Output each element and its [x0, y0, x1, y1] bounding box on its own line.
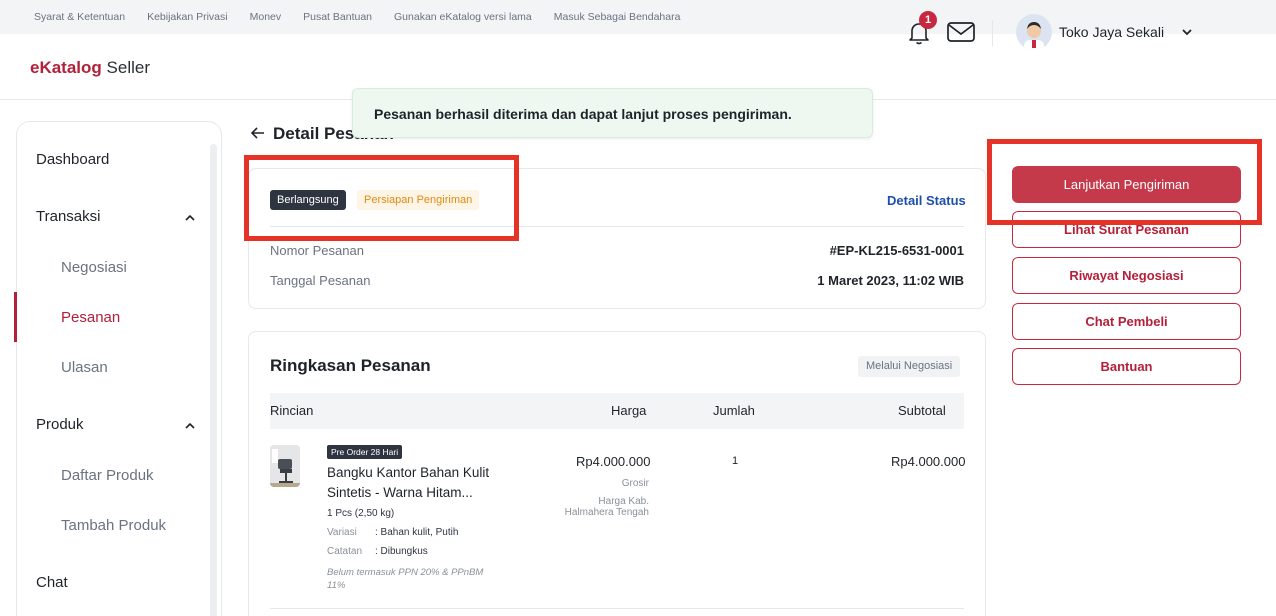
- note-value: : Dibungkus: [375, 546, 428, 557]
- mail-icon[interactable]: [946, 20, 976, 44]
- logo-suffix: Seller: [101, 58, 150, 77]
- ekatalog-logo[interactable]: eKatalog Seller: [30, 58, 150, 78]
- negotiation-badge: Melalui Negosiasi: [858, 356, 961, 377]
- chevron-up-icon[interactable]: [183, 419, 197, 433]
- chevron-down-icon[interactable]: [1180, 25, 1194, 39]
- notification-badge: 1: [919, 11, 937, 29]
- sidebar-item-produk[interactable]: Produk: [36, 416, 84, 433]
- privacy-link[interactable]: Kebijakan Privasi: [147, 11, 228, 23]
- item-quantity: 1: [732, 455, 739, 467]
- success-toast: Pesanan berhasil diterima dan dapat lanj…: [352, 88, 873, 138]
- tax-note: Belum termasuk PPN 20% & PPnBM 11%: [327, 567, 484, 591]
- price-region: Harga Kab. Halmahera Tengah: [564, 496, 649, 518]
- terms-link[interactable]: Syarat & Ketentuan: [34, 11, 125, 23]
- header-divider: [992, 20, 993, 46]
- price-type: Grosir: [621, 478, 649, 489]
- toast-message: Pesanan berhasil diterima dan dapat lanj…: [374, 106, 792, 122]
- monev-link[interactable]: Monev: [250, 11, 282, 23]
- sidebar-item-pesanan[interactable]: Pesanan: [61, 309, 120, 326]
- order-date-label: Tanggal Pesanan: [270, 273, 371, 288]
- help-button[interactable]: Bantuan: [1012, 348, 1241, 385]
- order-date-value: 1 Maret 2023, 11:02 WIB: [817, 273, 964, 288]
- chair-image-icon: [270, 445, 300, 487]
- item-subtotal: Rp4.000.000: [891, 454, 966, 469]
- chat-buyer-button[interactable]: Chat Pembeli: [1012, 303, 1241, 340]
- variant-value: : Bahan kulit, Putih: [375, 527, 459, 538]
- item-price: Rp4.000.000: [576, 454, 651, 469]
- store-name[interactable]: Toko Jaya Sekali: [1059, 24, 1164, 40]
- row-divider: [270, 608, 964, 609]
- sidebar-item-tambah-produk[interactable]: Tambah Produk: [61, 517, 166, 534]
- active-indicator: [14, 292, 17, 342]
- chevron-up-icon[interactable]: [183, 211, 197, 225]
- product-name[interactable]: Bangku Kantor Bahan Kulit Sintetis - War…: [327, 463, 527, 503]
- view-order-letter-button[interactable]: Lihat Surat Pesanan: [1012, 211, 1241, 248]
- preorder-badge: Pre Order 28 Hari: [327, 445, 403, 459]
- note-label: Catatan: [327, 546, 363, 557]
- continue-shipping-button[interactable]: Lanjutkan Pengiriman: [1012, 166, 1241, 203]
- column-header-jumlah: Jumlah: [713, 403, 755, 418]
- divider: [270, 226, 964, 227]
- sidebar-item-ulasan[interactable]: Ulasan: [61, 359, 108, 376]
- variant-label: Variasi: [327, 527, 357, 538]
- old-version-link[interactable]: Gunakan eKatalog versi lama: [394, 11, 532, 23]
- negotiation-history-button[interactable]: Riwayat Negosiasi: [1012, 257, 1241, 294]
- logo-brand: eKatalog: [30, 58, 102, 77]
- order-number-label: Nomor Pesanan: [270, 243, 364, 258]
- product-qty-weight: 1 Pcs (2,50 kg): [327, 508, 395, 519]
- detail-status-link[interactable]: Detail Status: [887, 193, 966, 208]
- column-header-rincian: Rincian: [270, 403, 314, 418]
- treasurer-login-link[interactable]: Masuk Sebagai Bendahara: [554, 11, 681, 23]
- column-header-subtotal: Subtotal: [898, 403, 946, 418]
- sidebar-item-transaksi[interactable]: Transaksi: [36, 208, 100, 225]
- sidebar-item-negosiasi[interactable]: Negosiasi: [61, 259, 127, 276]
- back-arrow-icon[interactable]: [250, 125, 266, 141]
- sidebar-item-chat[interactable]: Chat: [36, 574, 68, 591]
- status-badge: Berlangsung: [270, 190, 346, 210]
- sidebar-scrollbar[interactable]: [210, 144, 217, 616]
- product-thumbnail[interactable]: [270, 445, 300, 487]
- avatar-image-icon: [1016, 14, 1052, 50]
- sidebar: [16, 121, 222, 616]
- avatar[interactable]: [1016, 14, 1052, 50]
- sidebar-item-dashboard[interactable]: Dashboard: [36, 151, 109, 168]
- column-header-harga: Harga: [611, 403, 647, 418]
- summary-title: Ringkasan Pesanan: [270, 356, 431, 375]
- help-center-link[interactable]: Pusat Bantuan: [303, 11, 372, 23]
- sidebar-item-daftar-produk[interactable]: Daftar Produk: [61, 467, 154, 484]
- substatus-badge: Persiapan Pengiriman: [357, 190, 480, 210]
- order-number-value: #EP-KL215-6531-0001: [829, 243, 964, 258]
